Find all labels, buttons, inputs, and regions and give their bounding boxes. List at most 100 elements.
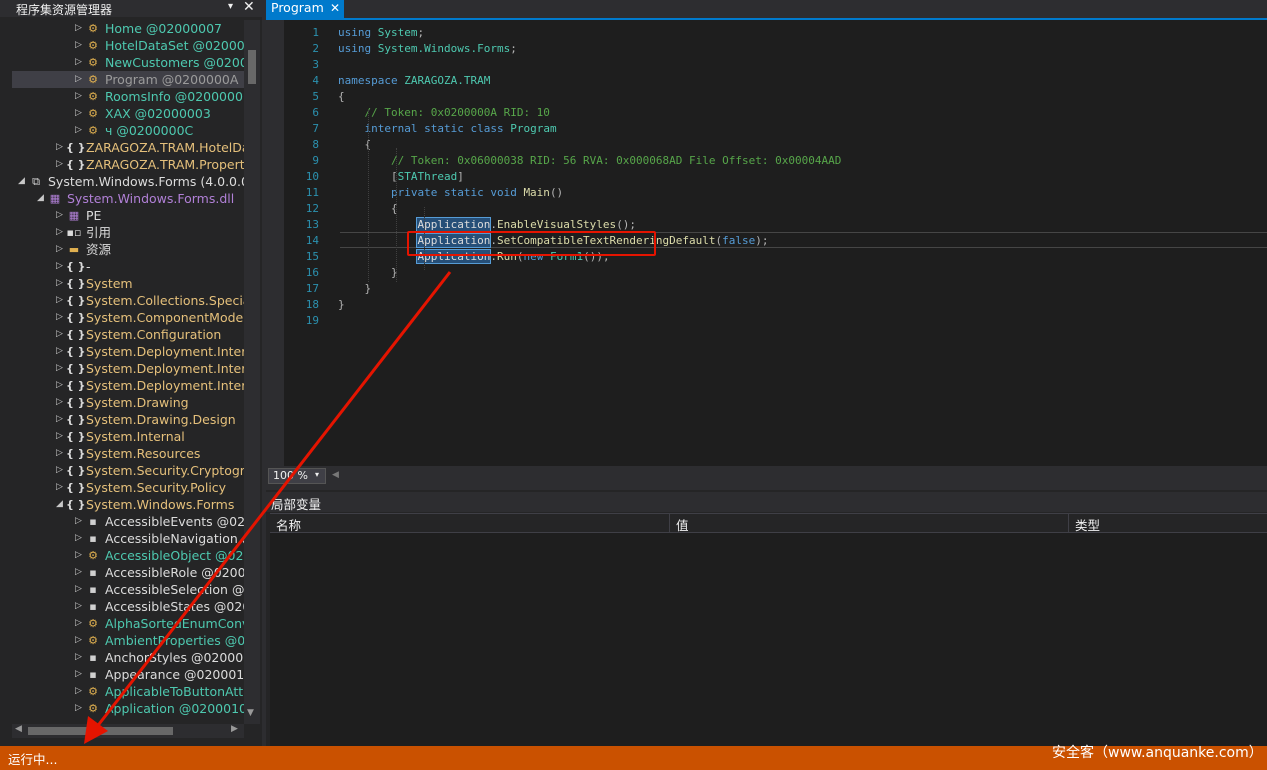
tree-item[interactable]: ◢ ⧉ System.Windows.Forms (4.0.0.0) xyxy=(12,173,244,190)
close-icon[interactable]: ✕ xyxy=(243,0,255,15)
tree-item[interactable]: ▷⚙ NewCustomers @0200000 xyxy=(12,54,244,71)
tree-item[interactable]: ▷ ▪ AccessibleSelection @0 xyxy=(12,581,244,598)
code-line[interactable]: 18} xyxy=(284,297,1267,313)
expand-arrow-icon[interactable]: ▷ xyxy=(75,700,85,717)
tree-item[interactable]: ◢{ } System.Windows.Forms xyxy=(12,496,244,513)
expand-arrow-icon[interactable]: ▷ xyxy=(56,343,66,360)
tree-item[interactable]: ▷{ } ZARAGOZA.TRAM.Properti xyxy=(12,156,244,173)
tree-item[interactable]: ▷{ } - xyxy=(12,258,244,275)
expand-arrow-icon[interactable]: ▷ xyxy=(75,88,85,105)
code-line[interactable]: 2 using System.Windows.Forms; xyxy=(284,41,1267,57)
tree-horizontal-scrollbar[interactable]: ◀ ▶ xyxy=(12,724,244,738)
tab-close-icon[interactable]: ✕ xyxy=(330,0,340,16)
tree-item[interactable]: ▷ ▪ AccessibleRole @02000 xyxy=(12,564,244,581)
code-line[interactable]: 12 { xyxy=(284,201,1267,217)
tree-item[interactable]: ▷{ } System.Drawing.Design xyxy=(12,411,244,428)
code-line[interactable]: 10 [STAThread] xyxy=(284,169,1267,185)
tree-item[interactable]: ▷{ }System.Deployment.Interna xyxy=(12,343,244,360)
expand-arrow-icon[interactable]: ▷ xyxy=(75,54,85,71)
code-line[interactable]: 16 } xyxy=(284,265,1267,281)
expand-arrow-icon[interactable]: ▷ xyxy=(75,547,85,564)
locals-list[interactable] xyxy=(270,533,1267,746)
expand-arrow-icon[interactable]: ▷ xyxy=(75,513,85,530)
expand-arrow-icon[interactable]: ▷ xyxy=(56,326,66,343)
expand-arrow-icon[interactable]: ▷ xyxy=(75,71,85,88)
expand-arrow-icon[interactable]: ▷ xyxy=(75,632,85,649)
column-type[interactable]: 类型 xyxy=(1075,515,1100,534)
scroll-left-icon[interactable]: ◀ xyxy=(332,470,339,480)
code-line[interactable]: 3 xyxy=(284,57,1267,73)
expand-arrow-icon[interactable]: ▷ xyxy=(75,37,85,54)
scroll-down-icon[interactable]: ▼ xyxy=(247,708,254,718)
tree-item[interactable]: ▷ ▬ 资源 xyxy=(12,241,244,258)
expand-arrow-icon[interactable]: ▷ xyxy=(56,479,66,496)
expand-arrow-icon[interactable]: ▷ xyxy=(56,292,66,309)
tree-item[interactable]: ▷{ } ZARAGOZA.TRAM.HotelDat xyxy=(12,139,244,156)
expand-arrow-icon[interactable]: ▷ xyxy=(75,20,85,37)
collapse-arrow-icon[interactable]: ◢ xyxy=(37,190,47,207)
tree-item[interactable]: ▷ ▪ AnchorStyles @0200010 xyxy=(12,649,244,666)
expand-arrow-icon[interactable]: ▷ xyxy=(56,275,66,292)
expand-arrow-icon[interactable]: ▷ xyxy=(56,309,66,326)
code-line[interactable]: 17 } xyxy=(284,281,1267,297)
expand-arrow-icon[interactable]: ▷ xyxy=(56,224,66,241)
expand-arrow-icon[interactable]: ▷ xyxy=(56,377,66,394)
scrollbar-thumb[interactable] xyxy=(248,50,256,84)
zoom-level-select[interactable]: 100 % ▾ xyxy=(268,468,326,484)
tree-item[interactable]: ▷⚙ HotelDataSet @0200000 xyxy=(12,37,244,54)
tree-item[interactable]: ▷ ▪▫ 引用 xyxy=(12,224,244,241)
tree-item[interactable]: ▷ ▪ Appearance @0200010 xyxy=(12,666,244,683)
tree-item[interactable]: ◢ ▦ System.Windows.Forms.dll xyxy=(12,190,244,207)
assembly-tree[interactable]: ▷⚙Home @02000007▷⚙HotelDataSet @0200000▷… xyxy=(12,20,244,724)
expand-arrow-icon[interactable]: ▷ xyxy=(56,207,66,224)
column-name[interactable]: 名称 xyxy=(276,515,301,534)
expand-arrow-icon[interactable]: ▷ xyxy=(75,530,85,547)
code-line[interactable]: 4 namespace ZARAGOZA.TRAM xyxy=(284,73,1267,89)
tree-item[interactable]: ▷{ } System.Collections.Speciali xyxy=(12,292,244,309)
tree-item[interactable]: ▷{ } System.Configuration xyxy=(12,326,244,343)
tree-item[interactable]: ▷ ⚙ XAX @02000003 xyxy=(12,105,244,122)
expand-arrow-icon[interactable]: ▷ xyxy=(56,445,66,462)
expand-arrow-icon[interactable]: ▷ xyxy=(75,105,85,122)
expand-arrow-icon[interactable]: ▷ xyxy=(56,156,66,173)
tree-item[interactable]: ▷ ⚙ AccessibleObject @020 xyxy=(12,547,244,564)
tree-item[interactable]: ▷{ } System.Resources xyxy=(12,445,244,462)
scroll-right-icon[interactable]: ▶ xyxy=(231,724,238,734)
tree-item[interactable]: ▷{ } System.ComponentModel xyxy=(12,309,244,326)
expand-arrow-icon[interactable]: ▷ xyxy=(75,683,85,700)
column-divider[interactable] xyxy=(1068,514,1069,532)
expand-arrow-icon[interactable]: ▷ xyxy=(75,122,85,139)
tree-item[interactable]: ▷ ⚙ Application @0200010B xyxy=(12,700,244,717)
tree-item[interactable]: ▷{ }System.Deployment.Interna xyxy=(12,360,244,377)
expand-arrow-icon[interactable]: ▷ xyxy=(75,666,85,683)
expand-arrow-icon[interactable]: ▷ xyxy=(56,139,66,156)
expand-arrow-icon[interactable]: ▷ xyxy=(56,411,66,428)
tab-program[interactable]: Program ✕ xyxy=(266,0,344,18)
tree-item[interactable]: ▷ ▪ AccessibleEvents @0200 xyxy=(12,513,244,530)
tree-item[interactable]: ▷{ } System xyxy=(12,275,244,292)
tree-item[interactable]: ▷ ⚙ ApplicableToButtonAttr xyxy=(12,683,244,700)
tree-item[interactable]: ▷ ▦ PE xyxy=(12,207,244,224)
tree-item[interactable]: ▷{ } System.Security.Policy xyxy=(12,479,244,496)
expand-arrow-icon[interactable]: ▷ xyxy=(75,598,85,615)
expand-arrow-icon[interactable]: ▷ xyxy=(75,564,85,581)
tree-item[interactable]: ▷ ⚙ Program @0200000A xyxy=(12,71,244,88)
expand-arrow-icon[interactable]: ▷ xyxy=(75,615,85,632)
tree-item[interactable]: ▷ ⚙ AlphaSortedEnumConve xyxy=(12,615,244,632)
scroll-left-icon[interactable]: ◀ xyxy=(15,724,22,734)
expand-arrow-icon[interactable]: ▷ xyxy=(56,258,66,275)
tree-item[interactable]: ▷ ⚙ ч @0200000C xyxy=(12,122,244,139)
code-line[interactable]: 9 // Token: 0x06000038 RID: 56 RVA: 0x00… xyxy=(284,153,1267,169)
tree-item[interactable]: ▷{ } System.Internal xyxy=(12,428,244,445)
expand-arrow-icon[interactable]: ▷ xyxy=(56,360,66,377)
expand-arrow-icon[interactable]: ▷ xyxy=(75,649,85,666)
expand-arrow-icon[interactable]: ▷ xyxy=(75,581,85,598)
tree-item[interactable]: ▷ ⚙ Home @02000007 xyxy=(12,20,244,37)
code-line[interactable]: 7 internal static class Program xyxy=(284,121,1267,137)
code-line[interactable]: 1 using System; xyxy=(284,25,1267,41)
tree-vertical-scrollbar[interactable]: ▼ xyxy=(244,20,260,724)
code-line[interactable]: 11 private static void Main() xyxy=(284,185,1267,201)
chevron-down-icon[interactable]: ▾ xyxy=(315,470,319,479)
code-line[interactable]: 8 { xyxy=(284,137,1267,153)
tree-item[interactable]: ▷ ▪ AccessibleNavigation @ xyxy=(12,530,244,547)
